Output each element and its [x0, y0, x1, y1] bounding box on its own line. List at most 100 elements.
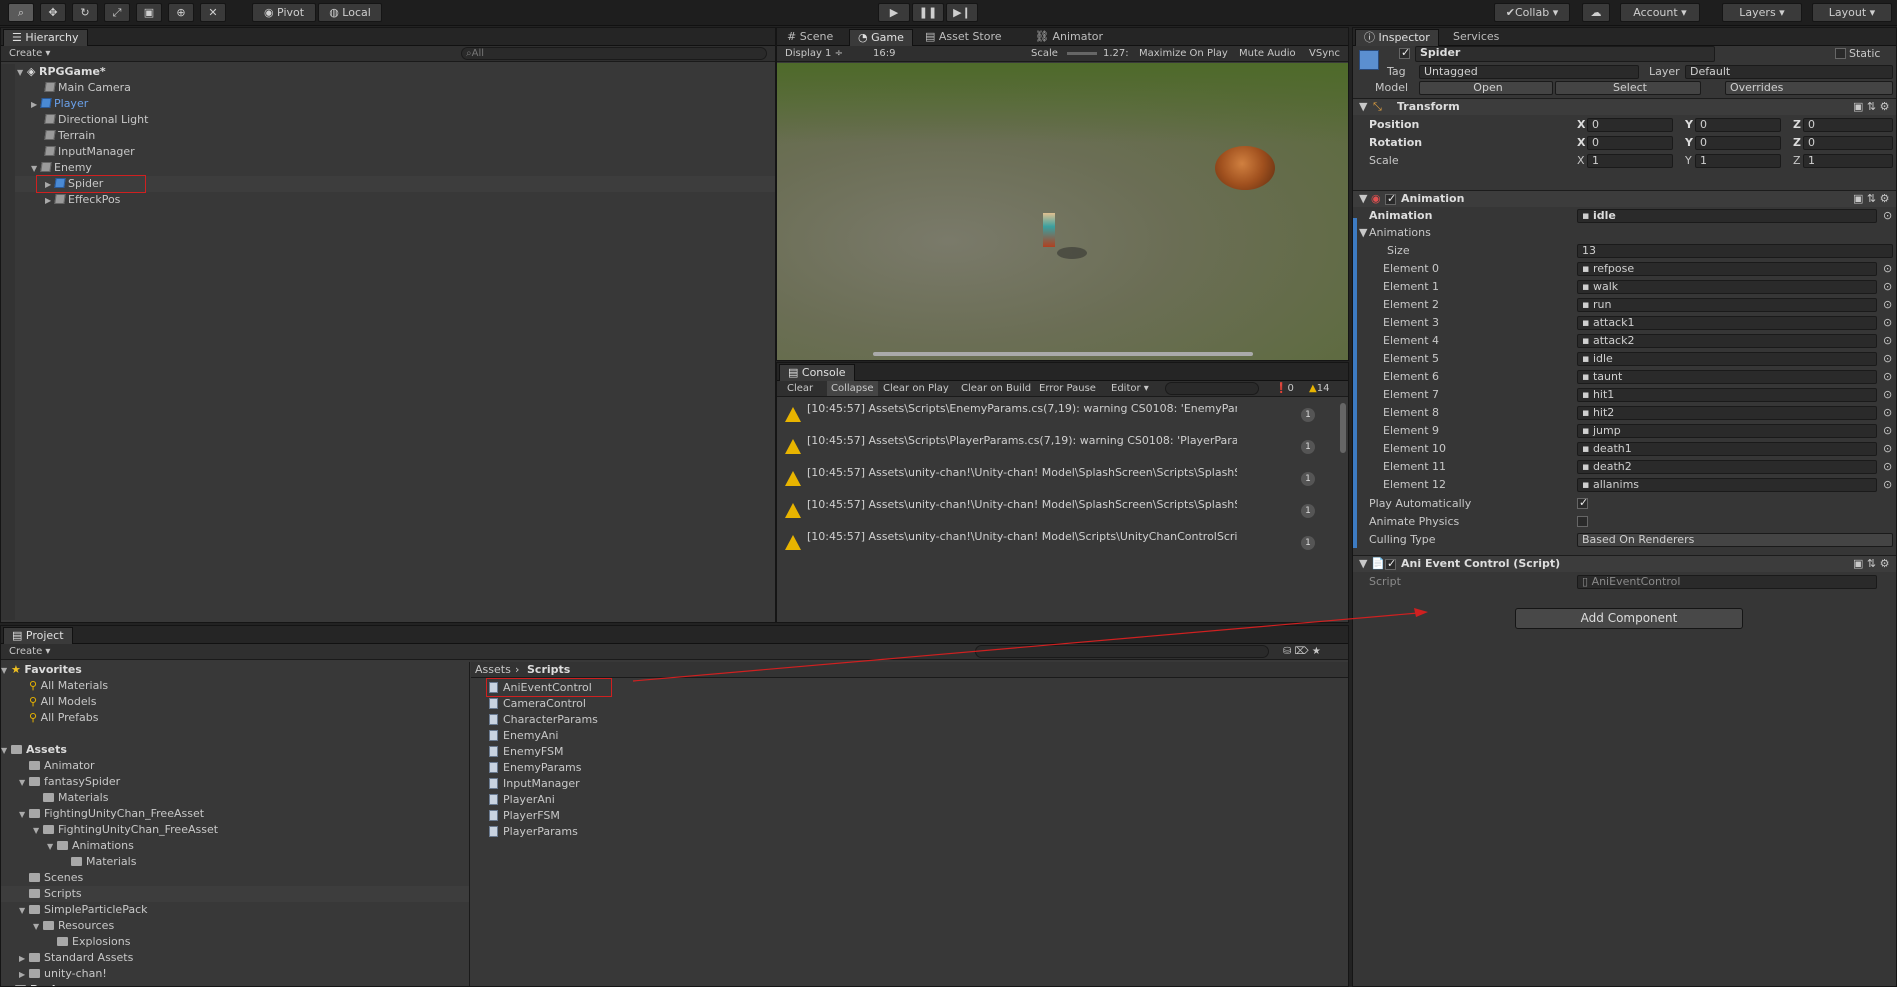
- tag-dropdown[interactable]: Untagged: [1419, 65, 1639, 79]
- editor-dropdown[interactable]: Editor ▾: [1111, 381, 1149, 396]
- animation-element-field[interactable]: ▪ death1: [1577, 442, 1877, 456]
- asset-folder-item[interactable]: ▼ SimpleParticlePack: [1, 902, 469, 918]
- script-file-item[interactable]: InputManager: [489, 776, 580, 792]
- add-component-button[interactable]: Add Component: [1515, 608, 1743, 629]
- hierarchy-item-main-camera[interactable]: Main Camera: [44, 80, 131, 96]
- select-button[interactable]: Select: [1555, 81, 1701, 95]
- asset-folder-item[interactable]: ▼ FightingUnityChan_FreeAsset: [1, 822, 469, 838]
- aspect-dropdown[interactable]: 16:9: [873, 46, 895, 61]
- tab-services[interactable]: Services: [1445, 29, 1507, 46]
- filter-icon[interactable]: ⛁ ⌦ ★: [1283, 644, 1321, 659]
- tab-animator[interactable]: ⛓ Animator: [1027, 29, 1111, 46]
- local-button[interactable]: ◍ Local: [318, 3, 382, 22]
- animation-element-field[interactable]: ▪ allanims: [1577, 478, 1877, 492]
- animation-element-field[interactable]: ▪ taunt: [1577, 370, 1877, 384]
- object-picker-icon[interactable]: ⊙: [1883, 442, 1892, 456]
- object-picker-icon[interactable]: ⊙: [1883, 478, 1892, 492]
- tab-project[interactable]: ▤ Project: [3, 627, 73, 644]
- transform-header[interactable]: ▼ ⤡ Transform ▣ ⇅ ⚙: [1353, 98, 1896, 115]
- scene-row[interactable]: ▼ ◈ RPGGame*: [1, 64, 775, 80]
- hierarchy-item-inputmanager[interactable]: InputManager: [44, 144, 135, 160]
- asset-folder-item[interactable]: Scenes: [1, 870, 469, 886]
- console-log-row[interactable]: [10:45:57] Assets\unity-chan!\Unity-chan…: [777, 463, 1337, 495]
- animation-field[interactable]: ▪ idle: [1577, 209, 1877, 223]
- favorite-item[interactable]: ⚲ All Models: [29, 694, 96, 710]
- object-picker-icon[interactable]: ⊙: [1883, 406, 1892, 420]
- rotate-tool-button[interactable]: ↻: [72, 3, 98, 22]
- object-picker-icon[interactable]: ⊙: [1883, 460, 1892, 474]
- console-log-row[interactable]: [10:45:57] Assets\Scripts\EnemyParams.cs…: [777, 399, 1337, 431]
- script-file-item[interactable]: PlayerAni: [489, 792, 555, 808]
- animate-physics-checkbox[interactable]: [1577, 516, 1588, 527]
- script-file-item[interactable]: EnemyFSM: [489, 744, 564, 760]
- animation-element-field[interactable]: ▪ attack2: [1577, 334, 1877, 348]
- favorite-item[interactable]: ⚲ All Materials: [29, 678, 108, 694]
- script-file-item[interactable]: CameraControl: [489, 696, 586, 712]
- asset-folder-item[interactable]: Scripts: [1, 886, 469, 902]
- animation-element-field[interactable]: ▪ walk: [1577, 280, 1877, 294]
- step-button[interactable]: ▶❙: [946, 3, 978, 22]
- layout-button[interactable]: Layout ▾: [1812, 3, 1892, 22]
- object-picker-icon[interactable]: ⊙: [1883, 424, 1892, 438]
- hierarchy-search-input[interactable]: ⌕All: [461, 47, 767, 60]
- object-picker-icon[interactable]: ⊙: [1883, 280, 1892, 294]
- collab-button[interactable]: ✔Collab ▾: [1494, 3, 1570, 22]
- hierarchy-create-button[interactable]: Create ▾: [9, 46, 50, 61]
- rot-z-field[interactable]: 0: [1803, 136, 1893, 150]
- script-enabled-checkbox[interactable]: [1385, 557, 1396, 570]
- size-field[interactable]: 13: [1577, 244, 1893, 258]
- pos-y-field[interactable]: 0: [1695, 118, 1781, 132]
- pos-z-field[interactable]: 0: [1803, 118, 1893, 132]
- custom-tool-button[interactable]: ✕: [200, 3, 226, 22]
- animation-element-field[interactable]: ▪ attack1: [1577, 316, 1877, 330]
- hierarchy-item-spider[interactable]: ▶ Spider: [1, 175, 775, 193]
- script-file-item[interactable]: PlayerParams: [489, 824, 578, 840]
- animation-element-field[interactable]: ▪ death2: [1577, 460, 1877, 474]
- vsync-toggle[interactable]: VSync: [1309, 46, 1340, 61]
- script-file-item[interactable]: AniEventControl: [489, 680, 592, 696]
- asset-folder-item[interactable]: ▼ fantasySpider: [1, 774, 469, 790]
- animation-element-field[interactable]: ▪ hit1: [1577, 388, 1877, 402]
- console-log-row[interactable]: [10:45:57] Assets\unity-chan!\Unity-chan…: [777, 527, 1337, 559]
- overrides-dropdown[interactable]: Overrides: [1725, 81, 1893, 95]
- asset-folder-item[interactable]: ▼ Animations: [1, 838, 469, 854]
- collapse-toggle[interactable]: Collapse: [827, 381, 878, 396]
- mute-audio-toggle[interactable]: Mute Audio: [1239, 46, 1296, 61]
- script-file-item[interactable]: EnemyParams: [489, 760, 582, 776]
- scale-tool-button[interactable]: ⤢: [104, 3, 130, 22]
- clear-on-play-toggle[interactable]: Clear on Play: [883, 381, 949, 396]
- script-file-item[interactable]: CharacterParams: [489, 712, 598, 728]
- asset-folder-item[interactable]: Animator: [1, 758, 469, 774]
- animation-element-field[interactable]: ▪ hit2: [1577, 406, 1877, 420]
- object-picker-icon[interactable]: ⊙: [1883, 352, 1892, 366]
- cloud-button[interactable]: ☁: [1582, 3, 1610, 22]
- display-dropdown[interactable]: Display 1 ÷: [785, 46, 843, 61]
- pause-button[interactable]: ❚❚: [912, 3, 944, 22]
- breadcrumb-leaf[interactable]: Scripts: [527, 663, 570, 677]
- animation-element-field[interactable]: ▪ jump: [1577, 424, 1877, 438]
- project-search-input[interactable]: [975, 645, 1269, 658]
- assets-root-row[interactable]: ▼ Assets: [1, 742, 67, 758]
- viewport-scrollbar[interactable]: [873, 352, 1253, 356]
- pos-x-field[interactable]: 0: [1587, 118, 1673, 132]
- rect-tool-button[interactable]: ▣: [136, 3, 162, 22]
- rot-x-field[interactable]: 0: [1587, 136, 1673, 150]
- object-name-field[interactable]: Spider: [1415, 46, 1715, 62]
- asset-folder-item[interactable]: Materials: [1, 854, 469, 870]
- warning-count[interactable]: ▲14: [1309, 381, 1329, 396]
- asset-folder-item[interactable]: Explosions: [1, 934, 469, 950]
- script-file-item[interactable]: PlayerFSM: [489, 808, 560, 824]
- hierarchy-item-effeckpos[interactable]: ▶ EffeckPos: [45, 192, 120, 208]
- culling-type-dropdown[interactable]: Based On Renderers: [1577, 533, 1893, 547]
- play-button[interactable]: ▶: [878, 3, 910, 22]
- account-button[interactable]: Account ▾: [1620, 3, 1700, 22]
- rot-y-field[interactable]: 0: [1695, 136, 1781, 150]
- tab-scene[interactable]: # Scene: [779, 29, 841, 46]
- animation-element-field[interactable]: ▪ run: [1577, 298, 1877, 312]
- animation-enabled-checkbox[interactable]: [1385, 192, 1396, 205]
- layers-button[interactable]: Layers ▾: [1722, 3, 1802, 22]
- asset-folder-item[interactable]: ▶ unity-chan!: [1, 966, 469, 982]
- help-icon[interactable]: ▣ ⇅ ⚙: [1853, 100, 1889, 114]
- scl-x-field[interactable]: 1: [1587, 154, 1673, 168]
- clear-button[interactable]: Clear: [787, 381, 813, 396]
